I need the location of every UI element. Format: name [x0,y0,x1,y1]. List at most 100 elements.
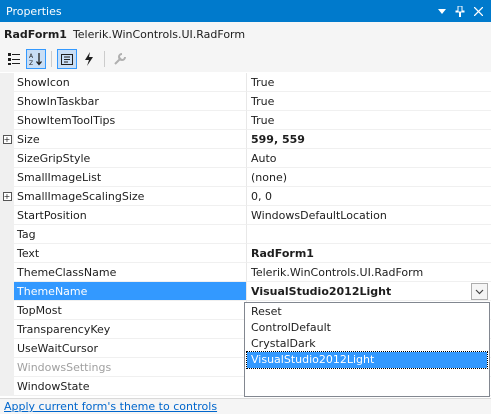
property-name: SizeGripStyle [14,149,246,168]
window-position-dropdown-icon[interactable] [435,4,449,18]
property-name: Text [14,244,246,263]
dropdown-option[interactable]: VisualStudio2012Light [246,351,488,369]
property-name: UseWaitCursor [14,339,246,358]
titlebar-controls [435,4,491,18]
property-name: SmallImageScalingSize [14,187,246,206]
row-gutter: + [0,130,14,149]
row-gutter [0,149,14,168]
property-name: TopMost [14,301,246,320]
property-value-text: VisualStudio2012Light [251,285,392,298]
dropdown-option[interactable]: Reset [247,304,487,320]
dropdown-button[interactable] [471,283,488,300]
property-row[interactable]: ThemeClassName Telerik.WinControls.UI.Rad… [0,263,491,282]
categorized-icon [8,53,20,65]
property-value[interactable]: (none) [246,168,491,187]
dropdown-option[interactable]: ControlDefault [247,320,487,336]
svg-text:Z: Z [29,60,33,66]
property-value-text: RadForm1 [251,247,314,260]
property-name: Tag [14,225,246,244]
property-value[interactable]: WindowsDefaultLocation [246,206,491,225]
property-value-text: 0, 0 [251,190,272,203]
property-value[interactable]: True [246,73,491,92]
dropdown-options: Reset ControlDefault CrystalDark VisualStud… [245,304,489,369]
property-name: ThemeName [14,282,246,301]
properties-button[interactable] [57,49,77,69]
svg-text:A: A [29,53,34,60]
lightning-bolt-icon [85,52,93,66]
pin-icon[interactable] [453,4,467,18]
row-gutter [0,111,14,130]
dropdown-option[interactable]: CrystalDark [247,336,487,352]
row-gutter [0,168,14,187]
row-gutter [0,92,14,111]
property-row[interactable]: ShowInTaskbar True [0,92,491,111]
property-value[interactable]: RadForm1 [246,244,491,263]
categorized-button[interactable] [4,49,24,69]
property-value[interactable]: 0, 0 [246,187,491,206]
row-gutter [0,263,14,282]
property-row[interactable]: ShowIcon True [0,73,491,92]
property-value[interactable]: True [246,92,491,111]
property-value-text: True [251,76,275,89]
property-name: ShowItemToolTips [14,111,246,130]
chevron-down-icon [475,289,484,294]
property-name: ShowIcon [14,73,246,92]
property-row[interactable]: SmallImageList (none) [0,168,491,187]
property-row[interactable]: ShowItemToolTips True [0,111,491,130]
property-value[interactable]: True [246,111,491,130]
row-gutter: + [0,187,14,206]
expand-plus-icon[interactable]: + [2,192,12,201]
close-icon[interactable] [471,4,485,18]
property-value-text: True [251,114,275,127]
window-titlebar: Properties [0,0,491,22]
property-value[interactable]: 599, 559 [246,130,491,149]
apply-theme-link[interactable]: Apply current form's theme to controls [4,400,217,413]
property-value[interactable]: VisualStudio2012Light [246,282,491,301]
row-gutter [0,358,14,377]
property-grid-footer: Apply current form's theme to controls [0,398,491,414]
events-button[interactable] [79,49,99,69]
property-row[interactable]: Tag [0,225,491,244]
property-name: SmallImageList [14,168,246,187]
row-gutter [0,244,14,263]
object-name: RadForm1 [4,27,67,41]
property-value[interactable]: Telerik.WinControls.UI.RadForm [246,263,491,282]
property-row[interactable]: SizeGripStyle Auto [0,149,491,168]
property-value[interactable]: Auto [246,149,491,168]
property-name: StartPosition [14,206,246,225]
row-gutter [0,73,14,92]
property-pages-button[interactable] [110,49,130,69]
property-name: WindowsSettings [14,358,246,377]
property-value[interactable] [246,225,491,244]
property-name: ThemeClassName [14,263,246,282]
row-gutter [0,206,14,225]
property-name: WindowState [14,377,246,396]
wrench-icon [114,53,126,65]
properties-icon [61,54,73,65]
sort-alphabetical-icon: A Z [29,53,42,66]
window-title: Properties [6,4,62,18]
property-row[interactable]: + SmallImageScalingSize 0, 0 [0,187,491,206]
property-value-text: Auto [251,152,277,165]
alphabetical-button[interactable]: A Z [26,49,46,69]
property-row[interactable]: ThemeName VisualStudio2012Light [0,282,491,301]
property-value-text: (none) [251,171,288,184]
property-row[interactable]: StartPosition WindowsDefaultLocation [0,206,491,225]
row-gutter [0,282,14,301]
property-value-text: 599, 559 [251,133,305,146]
row-gutter [0,377,14,396]
toolbar-separator [104,51,105,67]
property-name: ShowInTaskbar [14,92,246,111]
object-type: Telerik.WinControls.UI.RadForm [72,27,246,41]
property-value-text: True [251,95,275,108]
theme-name-dropdown-list: Reset ControlDefault CrystalDark VisualStud… [244,302,490,397]
toolbar-separator [51,51,52,67]
property-row[interactable]: + Size 599, 559 [0,130,491,149]
property-value-text: WindowsDefaultLocation [251,209,387,222]
row-gutter [0,301,14,320]
property-value-text: Telerik.WinControls.UI.RadForm [251,266,424,279]
property-row[interactable]: Text RadForm1 [0,244,491,263]
row-gutter [0,225,14,244]
expand-plus-icon[interactable]: + [2,135,12,144]
object-selector[interactable]: RadForm1 Telerik.WinControls.UI.RadForm [0,22,491,46]
